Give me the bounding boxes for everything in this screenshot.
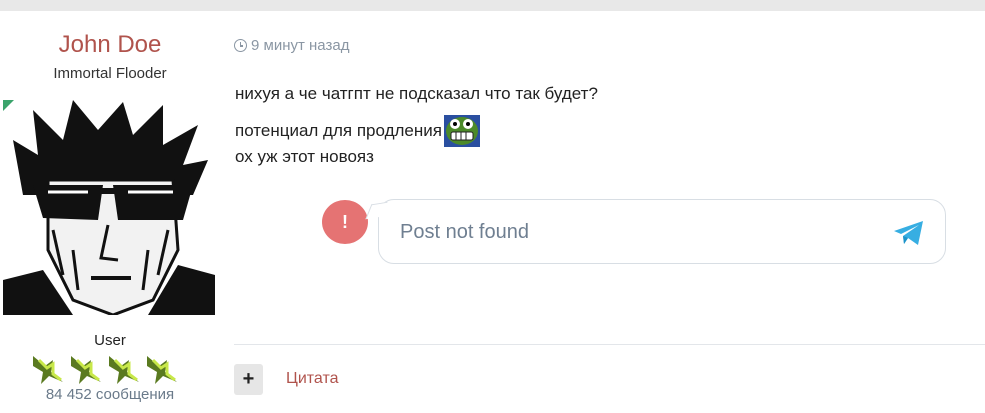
multiquote-plus-button[interactable]: + [234,364,263,395]
post-time-label[interactable]: 9 минут назад [251,37,349,54]
embed-message: Post not found [400,221,529,243]
rank-stars-icon [33,354,179,386]
clock-icon [234,39,247,52]
user-title: Immortal Flooder [53,65,167,82]
avatar[interactable] [3,100,215,315]
quote-link[interactable]: Цитата [286,370,339,388]
avatar-image [3,100,215,315]
post-footer-divider [234,344,985,345]
telegram-icon[interactable] [893,220,925,246]
post-timestamp[interactable]: 9 минут назад [234,37,349,54]
online-indicator [3,100,14,111]
post-text-line-with-emoji: потенциал для продления [235,115,480,147]
top-bar [0,0,985,11]
user-rank: User [94,332,126,349]
user-sidebar: John Doe Immortal Flooder User 84 452 со… [0,11,220,413]
alert-icon: ! [322,200,368,244]
username-link[interactable]: John Doe [0,31,220,59]
grinning-frog-emoji-icon [443,115,480,147]
message-count[interactable]: 84 452 сообщения [0,386,220,403]
post-text-line: потенциал для продления [235,121,442,140]
post-text-line: нихуя а че чатгпт не подсказал что так б… [235,84,598,103]
post-text-line: ох уж этот новояз [235,147,374,166]
